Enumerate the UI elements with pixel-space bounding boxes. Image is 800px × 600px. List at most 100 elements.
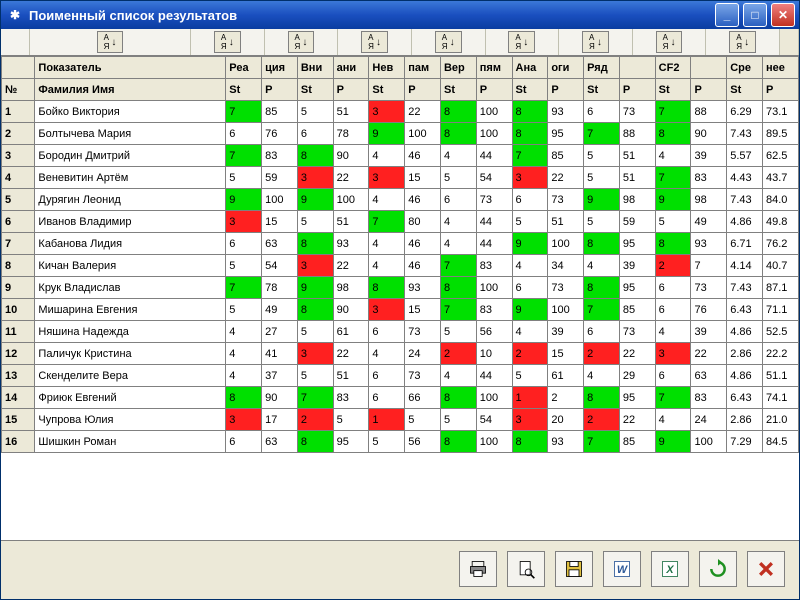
cell: 5.57	[727, 145, 763, 167]
cell: 66	[405, 387, 441, 409]
cell: 5	[405, 409, 441, 431]
col-group-13[interactable]	[619, 57, 655, 79]
cell: 9	[512, 299, 548, 321]
col-field-2[interactable]: St	[226, 79, 262, 101]
cell: 7	[440, 255, 476, 277]
sort-button-6[interactable]: АЯ↓	[582, 31, 609, 53]
sort-button-name[interactable]: АЯ↓	[97, 31, 124, 53]
save-button[interactable]	[555, 551, 593, 587]
cell: 15	[262, 211, 298, 233]
col-group-5[interactable]: ани	[333, 57, 369, 79]
print-button[interactable]	[459, 551, 497, 587]
cell: 83	[333, 387, 369, 409]
col-group-17[interactable]: нее	[763, 57, 799, 79]
cell: 5	[584, 211, 620, 233]
sort-button-5[interactable]: АЯ↓	[508, 31, 535, 53]
col-field-0[interactable]: №	[2, 79, 35, 101]
col-field-9[interactable]: P	[476, 79, 512, 101]
table-row[interactable]: 15Чупрова Юлия31725155543202224242.8621.…	[2, 409, 799, 431]
col-group-4[interactable]: Вни	[297, 57, 333, 79]
table-row[interactable]: 13Скенделите Вера4375516734445614296634.…	[2, 365, 799, 387]
sort-button-8[interactable]: АЯ↓	[729, 31, 756, 53]
table-row[interactable]: 2Болтычева Мария676678910081008957888907…	[2, 123, 799, 145]
table-row[interactable]: 16Шишкин Роман663895556810089378591007.2…	[2, 431, 799, 453]
cell: 39	[619, 255, 655, 277]
col-field-13[interactable]: P	[619, 79, 655, 101]
col-field-11[interactable]: P	[548, 79, 584, 101]
cell: 7.43	[727, 277, 763, 299]
col-field-14[interactable]: St	[655, 79, 691, 101]
close-footer-button[interactable]	[747, 551, 785, 587]
cell: 51	[333, 365, 369, 387]
col-field-16[interactable]: St	[727, 79, 763, 101]
col-group-14[interactable]: CF2	[655, 57, 691, 79]
minimize-button[interactable]: _	[715, 3, 739, 27]
export-excel-button[interactable]: X	[651, 551, 689, 587]
col-field-12[interactable]: St	[584, 79, 620, 101]
cell: 3	[369, 299, 405, 321]
col-group-10[interactable]: Ана	[512, 57, 548, 79]
col-field-7[interactable]: P	[405, 79, 441, 101]
cell: 3	[369, 101, 405, 123]
col-field-8[interactable]: St	[440, 79, 476, 101]
col-group-3[interactable]: ция	[262, 57, 298, 79]
col-field-6[interactable]: St	[369, 79, 405, 101]
table-row[interactable]: 11Няшина Надежда4275616735564396734394.8…	[2, 321, 799, 343]
row-index: 8	[2, 255, 35, 277]
col-group-9[interactable]: пям	[476, 57, 512, 79]
cell: 8	[226, 387, 262, 409]
table-row[interactable]: 6Иванов Владимир3155517804445515595494.8…	[2, 211, 799, 233]
table-row[interactable]: 4Веневитин Артём5593223155543225517834.4…	[2, 167, 799, 189]
preview-button[interactable]	[507, 551, 545, 587]
col-group-1[interactable]: Показатель	[35, 57, 226, 79]
col-field-5[interactable]: P	[333, 79, 369, 101]
table-row[interactable]: 12Паличук Кристина4413224242102152223222…	[2, 343, 799, 365]
col-group-16[interactable]: Сре	[727, 57, 763, 79]
table-row[interactable]: 5Дурягин Леонид910091004466736739989987.…	[2, 189, 799, 211]
sort-button-3[interactable]: АЯ↓	[361, 31, 388, 53]
col-field-1[interactable]: Фамилия Имя	[35, 79, 226, 101]
results-grid[interactable]: ПоказательРеацияВнианиНевпамВерпямАнаоги…	[1, 56, 799, 541]
col-group-8[interactable]: Вер	[440, 57, 476, 79]
export-word-button[interactable]: W	[603, 551, 641, 587]
cell: 7	[297, 387, 333, 409]
close-button[interactable]: ✕	[771, 3, 795, 27]
cell: 8	[297, 233, 333, 255]
col-field-15[interactable]: P	[691, 79, 727, 101]
cell: 9	[655, 431, 691, 453]
table-row[interactable]: 3Бородин Дмитрий7838904464447855514395.5…	[2, 145, 799, 167]
cell: 46	[405, 233, 441, 255]
col-group-11[interactable]: оги	[548, 57, 584, 79]
col-group-2[interactable]: Реа	[226, 57, 262, 79]
col-group-7[interactable]: пам	[405, 57, 441, 79]
table-row[interactable]: 9Крук Владислав77899889381006738956737.4…	[2, 277, 799, 299]
row-index: 16	[2, 431, 35, 453]
refresh-button[interactable]	[699, 551, 737, 587]
col-field-4[interactable]: St	[297, 79, 333, 101]
cell: 4	[440, 211, 476, 233]
col-field-10[interactable]: St	[512, 79, 548, 101]
table-row[interactable]: 1Бойко Виктория78555132281008936737886.2…	[2, 101, 799, 123]
table-row[interactable]: 14Фриюк Евгений8907836668100128957836.43…	[2, 387, 799, 409]
table-row[interactable]: 10Мишарина Евгения5498903157839100785676…	[2, 299, 799, 321]
cell: 56	[476, 321, 512, 343]
col-group-12[interactable]: Ряд	[584, 57, 620, 79]
table-row[interactable]: 7Кабанова Лидия66389344644491008958936.7…	[2, 233, 799, 255]
row-index: 2	[2, 123, 35, 145]
table-row[interactable]: 8Кичан Валерия554322446783434439274.1440…	[2, 255, 799, 277]
col-group-0[interactable]	[2, 57, 35, 79]
col-group-6[interactable]: Нев	[369, 57, 405, 79]
cell: 24	[405, 343, 441, 365]
sort-button-7[interactable]: АЯ↓	[656, 31, 683, 53]
sort-button-2[interactable]: АЯ↓	[288, 31, 315, 53]
cell: 8	[655, 123, 691, 145]
maximize-button[interactable]: □	[743, 3, 767, 27]
sort-button-4[interactable]: АЯ↓	[435, 31, 462, 53]
cell: 6	[369, 321, 405, 343]
cell: 83	[476, 299, 512, 321]
col-field-3[interactable]: P	[262, 79, 298, 101]
sort-button-1[interactable]: АЯ↓	[214, 31, 241, 53]
col-field-17[interactable]: P	[763, 79, 799, 101]
col-group-15[interactable]	[691, 57, 727, 79]
cell: 9	[369, 123, 405, 145]
